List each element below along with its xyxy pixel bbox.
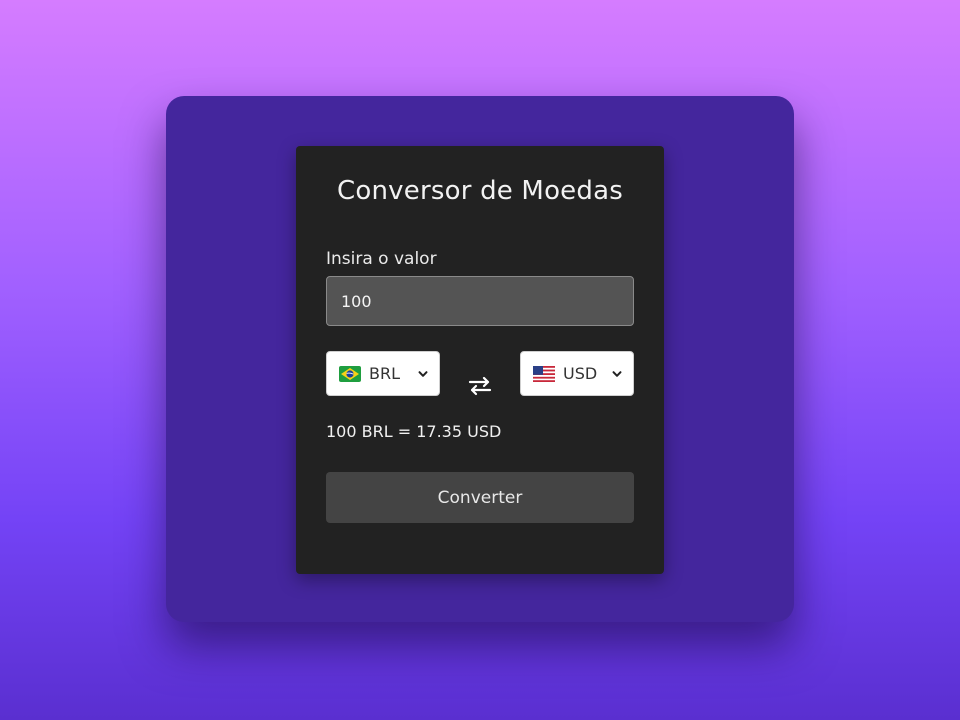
convert-button[interactable]: Converter [326,472,634,523]
converter-panel: Conversor de Moedas Insira o valor BRL [296,146,664,574]
from-currency-code: BRL [369,364,401,383]
page-title: Conversor de Moedas [337,176,623,206]
swap-arrows-icon [468,376,492,396]
us-flag-icon [533,365,555,382]
to-currency-code: USD [563,364,598,383]
brazil-flag-icon [339,365,361,382]
chevron-down-icon [612,370,622,377]
chevron-down-icon [418,370,428,377]
swap-currencies-button[interactable] [466,372,494,400]
amount-input[interactable] [326,276,634,326]
from-currency-select[interactable]: BRL [326,351,440,396]
conversion-result: 100 BRL = 17.35 USD [326,422,502,441]
to-currency-select[interactable]: USD [520,351,634,396]
amount-label: Insira o valor [326,249,437,269]
